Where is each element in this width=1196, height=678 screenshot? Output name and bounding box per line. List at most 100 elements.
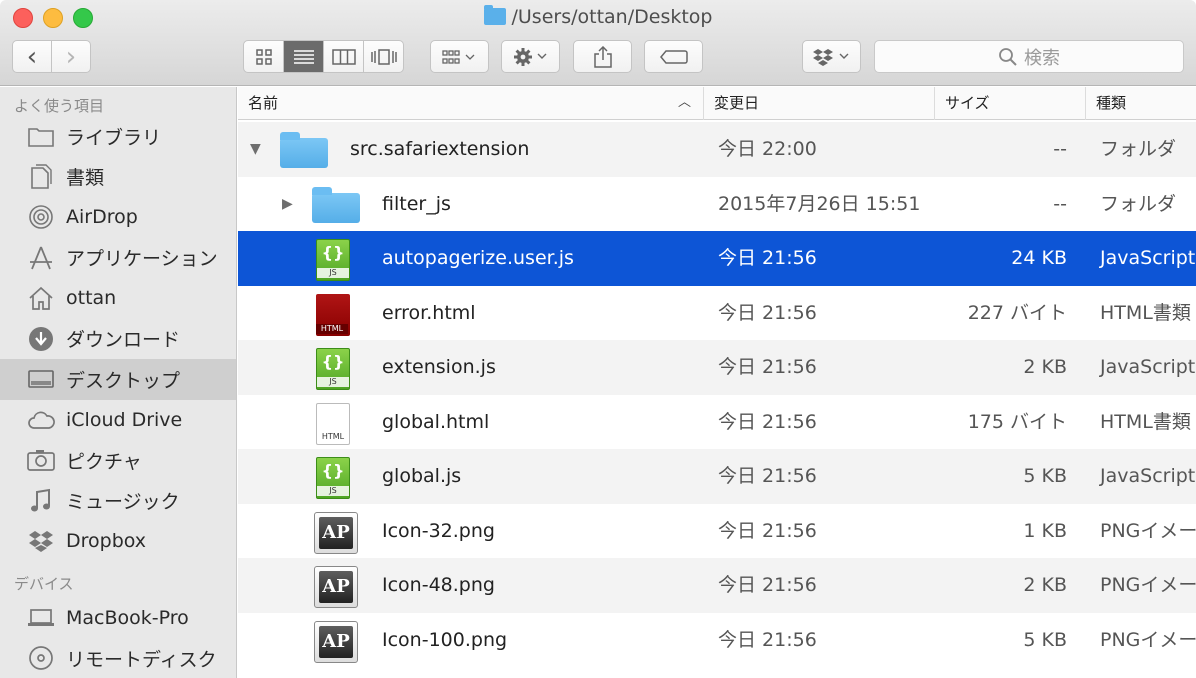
column-name-label: 名前 xyxy=(248,94,279,112)
file-kind: HTML書類 xyxy=(1100,301,1191,324)
sidebar-item-favorites-6[interactable]: デスクトップ xyxy=(0,359,236,400)
back-button[interactable]: ‹ xyxy=(13,41,52,72)
js-label: JS xyxy=(317,486,349,496)
file-row[interactable]: AP Icon-48.png 今日 21:56 2 KB PNGイメージ xyxy=(238,558,1196,613)
file-size: 5 KB xyxy=(1023,465,1067,487)
sidebar-item-label: AirDrop xyxy=(66,206,138,229)
png-file-icon: AP xyxy=(312,510,358,554)
column-kind-header[interactable]: 種類 xyxy=(1086,87,1196,120)
sidebar-item-label: デスクトップ xyxy=(66,369,181,392)
sidebar-item-label: ミュージック xyxy=(66,491,180,514)
arrange-button[interactable] xyxy=(430,40,489,73)
sidebar-item-favorites-8[interactable]: ピクチャ xyxy=(0,440,236,481)
airdrop-icon xyxy=(26,204,56,230)
sidebar-item-favorites-3[interactable]: アプリケーション xyxy=(0,238,236,279)
sidebar-item-favorites-5[interactable]: ダウンロード xyxy=(0,319,236,360)
share-icon xyxy=(593,45,612,68)
file-size: 2 KB xyxy=(1023,356,1067,378)
braces-label: {} xyxy=(321,461,345,480)
sidebar-item-favorites-4[interactable]: ottan xyxy=(0,278,236,319)
laptop-icon xyxy=(26,605,56,631)
dropbox-button[interactable] xyxy=(802,40,861,73)
icon-view-button[interactable] xyxy=(244,41,284,72)
file-name: autopagerize.user.js xyxy=(382,247,574,269)
sidebar-item-devices-0[interactable]: MacBook-Pro xyxy=(0,598,236,639)
cloud-icon xyxy=(26,407,56,433)
column-name-header[interactable]: 名前 ︿ xyxy=(238,87,704,120)
coverflow-view-button[interactable] xyxy=(364,41,403,72)
favorites-list: ライブラリ 書類 AirDrop アプリケーション ottan ダウンロードデスクトップ i… xyxy=(0,116,236,562)
file-date: 今日 22:00 xyxy=(718,138,817,160)
file-kind: JavaScript xyxy=(1100,356,1196,378)
file-row[interactable]: AP Icon-100.png 今日 21:56 5 KB PNGイメージ xyxy=(238,613,1196,668)
sidebar-item-favorites-7[interactable]: iCloud Drive xyxy=(0,400,236,441)
sidebar-item-label: Dropbox xyxy=(66,530,147,553)
dropbox-icon xyxy=(26,528,56,554)
search-field[interactable]: 検索 xyxy=(874,40,1184,73)
camera-icon xyxy=(26,447,56,473)
file-name: Icon-48.png xyxy=(382,574,495,596)
sidebar-heading-favorites: よく使う項目 xyxy=(14,97,105,115)
file-date: 今日 21:56 xyxy=(718,574,817,596)
sidebar-item-favorites-0[interactable]: ライブラリ xyxy=(0,116,236,157)
file-row[interactable]: ▶ filter_js 2015年7月26日 15:51 -- フォルダ xyxy=(238,177,1196,232)
music-icon xyxy=(26,488,56,514)
grid-icon xyxy=(255,48,272,65)
html-label: HTML xyxy=(321,431,345,441)
desktop-icon xyxy=(26,366,56,392)
column-modified-header[interactable]: 変更日 xyxy=(704,87,935,120)
disclosure-expanded-icon[interactable]: ▼ xyxy=(250,122,261,176)
file-row[interactable]: {} JS autopagerize.user.js 今日 21:56 24 KB Jav… xyxy=(238,231,1196,286)
title-bar: /Users/ottan/Desktop ‹ › 検索 xyxy=(0,0,1196,86)
file-size: -- xyxy=(1053,192,1067,215)
js-label: JS xyxy=(317,268,349,278)
file-row[interactable]: AP Icon-32.png 今日 21:56 1 KB PNGイメージ xyxy=(238,504,1196,559)
sidebar: よく使う項目 ライブラリ 書類 AirDrop アプリケーション ottan ダウンロード… xyxy=(0,87,237,678)
disc-icon xyxy=(26,645,56,671)
file-row[interactable]: {} JS extension.js 今日 21:56 2 KB JavaScript xyxy=(238,340,1196,395)
sidebar-item-label: アプリケーション xyxy=(66,248,218,271)
file-kind: JavaScript xyxy=(1100,465,1196,487)
sidebar-item-label: MacBook-Pro xyxy=(66,606,189,629)
column-view-button[interactable] xyxy=(324,41,364,72)
sidebar-item-favorites-10[interactable]: Dropbox xyxy=(0,521,236,562)
file-kind: PNGイメージ xyxy=(1100,574,1196,596)
share-button[interactable] xyxy=(573,40,632,73)
file-date: 今日 21:56 xyxy=(718,628,817,651)
sidebar-item-favorites-2[interactable]: AirDrop xyxy=(0,197,236,238)
js-file-icon: {} JS xyxy=(312,237,352,281)
html-file-icon: HTML xyxy=(312,292,352,336)
action-button[interactable] xyxy=(501,40,560,73)
file-row[interactable]: ▼ src.safariextension 今日 22:00 -- フォルダ xyxy=(238,122,1196,177)
file-size: 175 バイト xyxy=(967,410,1067,433)
sort-ascending-icon: ︿ xyxy=(677,95,691,110)
column-modified-label: 変更日 xyxy=(714,94,760,112)
file-size: 227 バイト xyxy=(967,301,1067,324)
file-size: 1 KB xyxy=(1023,519,1067,542)
tags-button[interactable] xyxy=(644,40,703,73)
column-size-header[interactable]: サイズ xyxy=(935,87,1086,120)
disclosure-collapsed-icon[interactable]: ▶ xyxy=(282,177,293,231)
braces-label: {} xyxy=(321,352,345,371)
forward-button[interactable]: › xyxy=(52,41,90,72)
list-view-button[interactable] xyxy=(284,41,324,72)
columns-icon xyxy=(331,48,356,65)
file-date: 今日 21:56 xyxy=(718,301,817,324)
file-date: 今日 21:56 xyxy=(718,410,817,433)
html-file-icon: HTML xyxy=(312,401,352,445)
html-label: HTML xyxy=(316,323,348,334)
file-date: 今日 21:56 xyxy=(718,247,817,269)
sidebar-item-favorites-9[interactable]: ミュージック xyxy=(0,481,236,522)
file-row[interactable]: HTML error.html 今日 21:56 227 バイト HTML書類 xyxy=(238,286,1196,341)
file-row[interactable]: {} JS global.js 今日 21:56 5 KB JavaScript xyxy=(238,449,1196,504)
file-size: 24 KB xyxy=(1011,247,1067,269)
column-header: 名前 ︿ 変更日 サイズ 種類 xyxy=(238,87,1196,120)
file-size: 5 KB xyxy=(1023,628,1067,651)
sidebar-item-favorites-1[interactable]: 書類 xyxy=(0,157,236,198)
file-list: ▼ src.safariextension 今日 22:00 -- フォルダ ▶ filte… xyxy=(238,122,1196,678)
sidebar-item-devices-1[interactable]: リモートディスク xyxy=(0,638,236,678)
view-mode-control xyxy=(243,40,404,73)
file-date: 今日 21:56 xyxy=(718,519,817,542)
dropbox-icon xyxy=(812,48,848,66)
file-row[interactable]: HTML global.html 今日 21:56 175 バイト HTML書類 xyxy=(238,395,1196,450)
